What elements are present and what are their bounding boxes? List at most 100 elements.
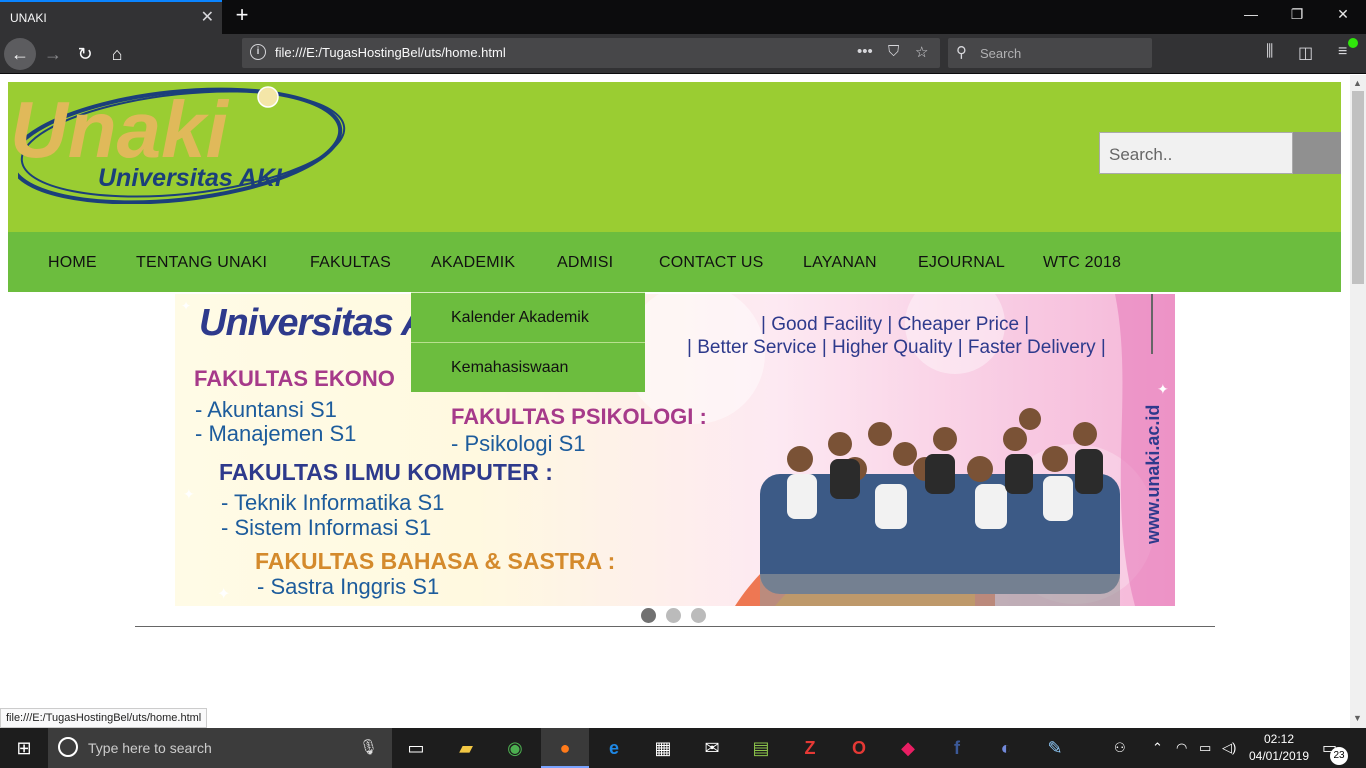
scroll-down-arrow[interactable]: ▼ (1353, 713, 1362, 723)
search-icon: ⚲ (956, 44, 967, 61)
notepad-plus-icon[interactable]: ▤ (737, 728, 785, 768)
tab-strip: UNAKI ✕ + — ❐ ✕ (0, 0, 1366, 34)
file-explorer-icon[interactable]: ▰ (442, 728, 490, 768)
clock-date: 04/01/2019 (1248, 749, 1310, 763)
close-window-button[interactable]: ✕ (1328, 6, 1358, 23)
wifi-icon[interactable]: ◠ (1176, 740, 1187, 756)
dropdown-kemahasiswaan[interactable]: Kemahasiswaan (411, 342, 645, 392)
site-header: Unaki Universitas AKI Search.. (8, 82, 1341, 232)
browser-tab[interactable]: UNAKI ✕ (0, 0, 222, 34)
psikologi-program-1: - Psikologi S1 (451, 431, 586, 456)
browser-search-bar[interactable]: ⚲ Search (948, 38, 1152, 68)
address-bar[interactable]: i file:///E:/TugasHostingBel/uts/home.ht… (242, 38, 940, 68)
banner-website: www.unaki.ac.id (1143, 404, 1163, 544)
menu-home[interactable]: HOME (48, 254, 97, 272)
fakultas-psikologi-heading: FAKULTAS PSIKOLOGI : (451, 404, 707, 429)
slide-dot-2[interactable] (666, 608, 681, 623)
svg-text:✦: ✦ (217, 586, 230, 603)
microphone-icon[interactable]: 🎙 (359, 738, 378, 756)
task-view-icon[interactable]: ▭ (392, 728, 440, 768)
git-kraken-icon[interactable]: ◆ (884, 728, 932, 768)
svg-text:✦: ✦ (181, 299, 191, 313)
restore-button[interactable]: ❐ (1282, 6, 1312, 23)
sidebar-icon[interactable]: ◫ (1298, 43, 1313, 63)
facebook-icon[interactable]: f (933, 728, 981, 768)
chrome-icon[interactable]: ◉ (491, 728, 539, 768)
forward-button[interactable]: → (37, 38, 69, 70)
discord-icon[interactable]: ◐ (982, 728, 1030, 768)
dropdown-kalender-akademik[interactable]: Kalender Akademik (411, 292, 645, 342)
store-icon[interactable]: ▦ (639, 728, 687, 768)
fakultas-bahasa-heading: FAKULTAS BAHASA & SASTRA : (255, 548, 616, 574)
slide-dot-3[interactable] (691, 608, 706, 623)
banner-tagline-1: | Good Facility | Cheaper Price | (761, 314, 1030, 335)
bookmark-star-icon[interactable]: ☆ (915, 43, 928, 61)
page-viewport: Unaki Universitas AKI Search.. HOME TENT… (0, 75, 1350, 728)
site-search-input[interactable]: Search.. (1099, 132, 1293, 174)
update-badge-icon (1348, 38, 1358, 48)
back-button[interactable]: ← (4, 38, 36, 70)
scroll-up-arrow[interactable]: ▲ (1353, 78, 1362, 88)
taskbar-search-placeholder: Type here to search (88, 740, 212, 756)
page-scrollbar[interactable]: ▲ ▼ (1350, 75, 1366, 728)
menu-tentang-unaki[interactable]: TENTANG UNAKI (136, 254, 267, 272)
cortana-icon (58, 737, 78, 757)
scrollbar-thumb[interactable] (1352, 91, 1364, 284)
banner-brand: Universitas A (199, 302, 428, 344)
ekonomi-program-2: - Manajemen S1 (195, 421, 357, 446)
windows-taskbar: ⊞ Type here to search 🎙 ▭ ▰ ◉ ● e ▦ ✉ ▤ … (0, 728, 1366, 768)
site-info-icon[interactable]: i (250, 44, 266, 60)
page-actions-icon[interactable]: ••• (857, 43, 873, 60)
main-menu: HOME TENTANG UNAKI FAKULTAS AKADEMIK ADM… (8, 232, 1341, 292)
firefox-icon[interactable]: ● (541, 728, 589, 768)
akademik-dropdown: Kalender Akademik Kemahasiswaan (411, 292, 645, 392)
paint-icon[interactable]: ✎ (1031, 728, 1079, 768)
menu-wtc-2018[interactable]: WTC 2018 (1043, 254, 1121, 272)
home-button[interactable]: ⌂ (101, 38, 133, 70)
fakultas-ilkom-heading: FAKULTAS ILMU KOMPUTER : (219, 459, 553, 485)
menu-fakultas[interactable]: FAKULTAS (310, 254, 391, 272)
url-text[interactable]: file:///E:/TugasHostingBel/uts/home.html (275, 45, 506, 60)
menu-contact-us[interactable]: CONTACT US (659, 254, 764, 272)
site-search-button[interactable] (1293, 132, 1341, 174)
clock-time: 02:12 (1263, 732, 1295, 746)
start-button[interactable]: ⊞ (0, 728, 48, 768)
svg-text:✦: ✦ (183, 486, 195, 502)
reload-button[interactable]: ↻ (69, 38, 101, 70)
tab-title: UNAKI (10, 11, 47, 25)
logo-word: Unaki (10, 85, 230, 174)
banner-slide[interactable]: ✦ ✦ ✦ ✦ Universitas A | Good Facility | … (175, 294, 1175, 606)
menu-icon[interactable]: ≡ (1338, 43, 1347, 61)
svg-text:✦: ✦ (1157, 381, 1169, 397)
menu-ejournal[interactable]: EJOURNAL (918, 254, 1005, 272)
opera-icon[interactable]: O (835, 728, 883, 768)
close-tab-icon[interactable]: ✕ (201, 7, 214, 27)
library-icon[interactable]: ⫼ (1266, 43, 1273, 61)
mail-icon[interactable]: ✉ (688, 728, 736, 768)
people-icon[interactable]: ⚇ (1114, 740, 1126, 756)
logo-subtitle: Universitas AKI (98, 164, 283, 192)
content-divider (135, 626, 1215, 627)
taskbar-search[interactable]: Type here to search 🎙 (48, 728, 392, 768)
bahasa-program-1: - Sastra Inggris S1 (257, 574, 440, 599)
menu-akademik[interactable]: AKADEMIK (431, 254, 515, 272)
filezilla-icon[interactable]: Z (786, 728, 834, 768)
edge-icon[interactable]: e (590, 728, 638, 768)
menu-admisi[interactable]: ADMISI (557, 254, 613, 272)
system-clock[interactable]: 02:12 04/01/2019 (1246, 731, 1312, 765)
minimize-button[interactable]: — (1236, 6, 1266, 22)
ekonomi-program-1: - Akuntansi S1 (195, 397, 337, 422)
ilkom-program-2: - Sistem Informasi S1 (221, 515, 432, 540)
menu-layanan[interactable]: LAYANAN (803, 254, 877, 272)
unaki-logo[interactable]: Unaki Universitas AKI (8, 82, 348, 204)
fakultas-ekonomi-heading: FAKULTAS EKONO (194, 366, 395, 391)
students-photo (760, 408, 1120, 606)
ilkom-program-1: - Teknik Informatika S1 (221, 490, 445, 515)
tray-chevron-icon[interactable]: ⌃ (1152, 740, 1163, 756)
slide-dot-1[interactable] (641, 608, 656, 623)
volume-icon[interactable]: ◁) (1222, 740, 1236, 756)
pocket-icon[interactable]: ⛉ (888, 43, 899, 60)
status-bar: file:///E:/TugasHostingBel/uts/home.html (0, 708, 208, 728)
battery-icon[interactable]: ▭ (1199, 740, 1211, 756)
new-tab-button[interactable]: + (230, 2, 254, 28)
